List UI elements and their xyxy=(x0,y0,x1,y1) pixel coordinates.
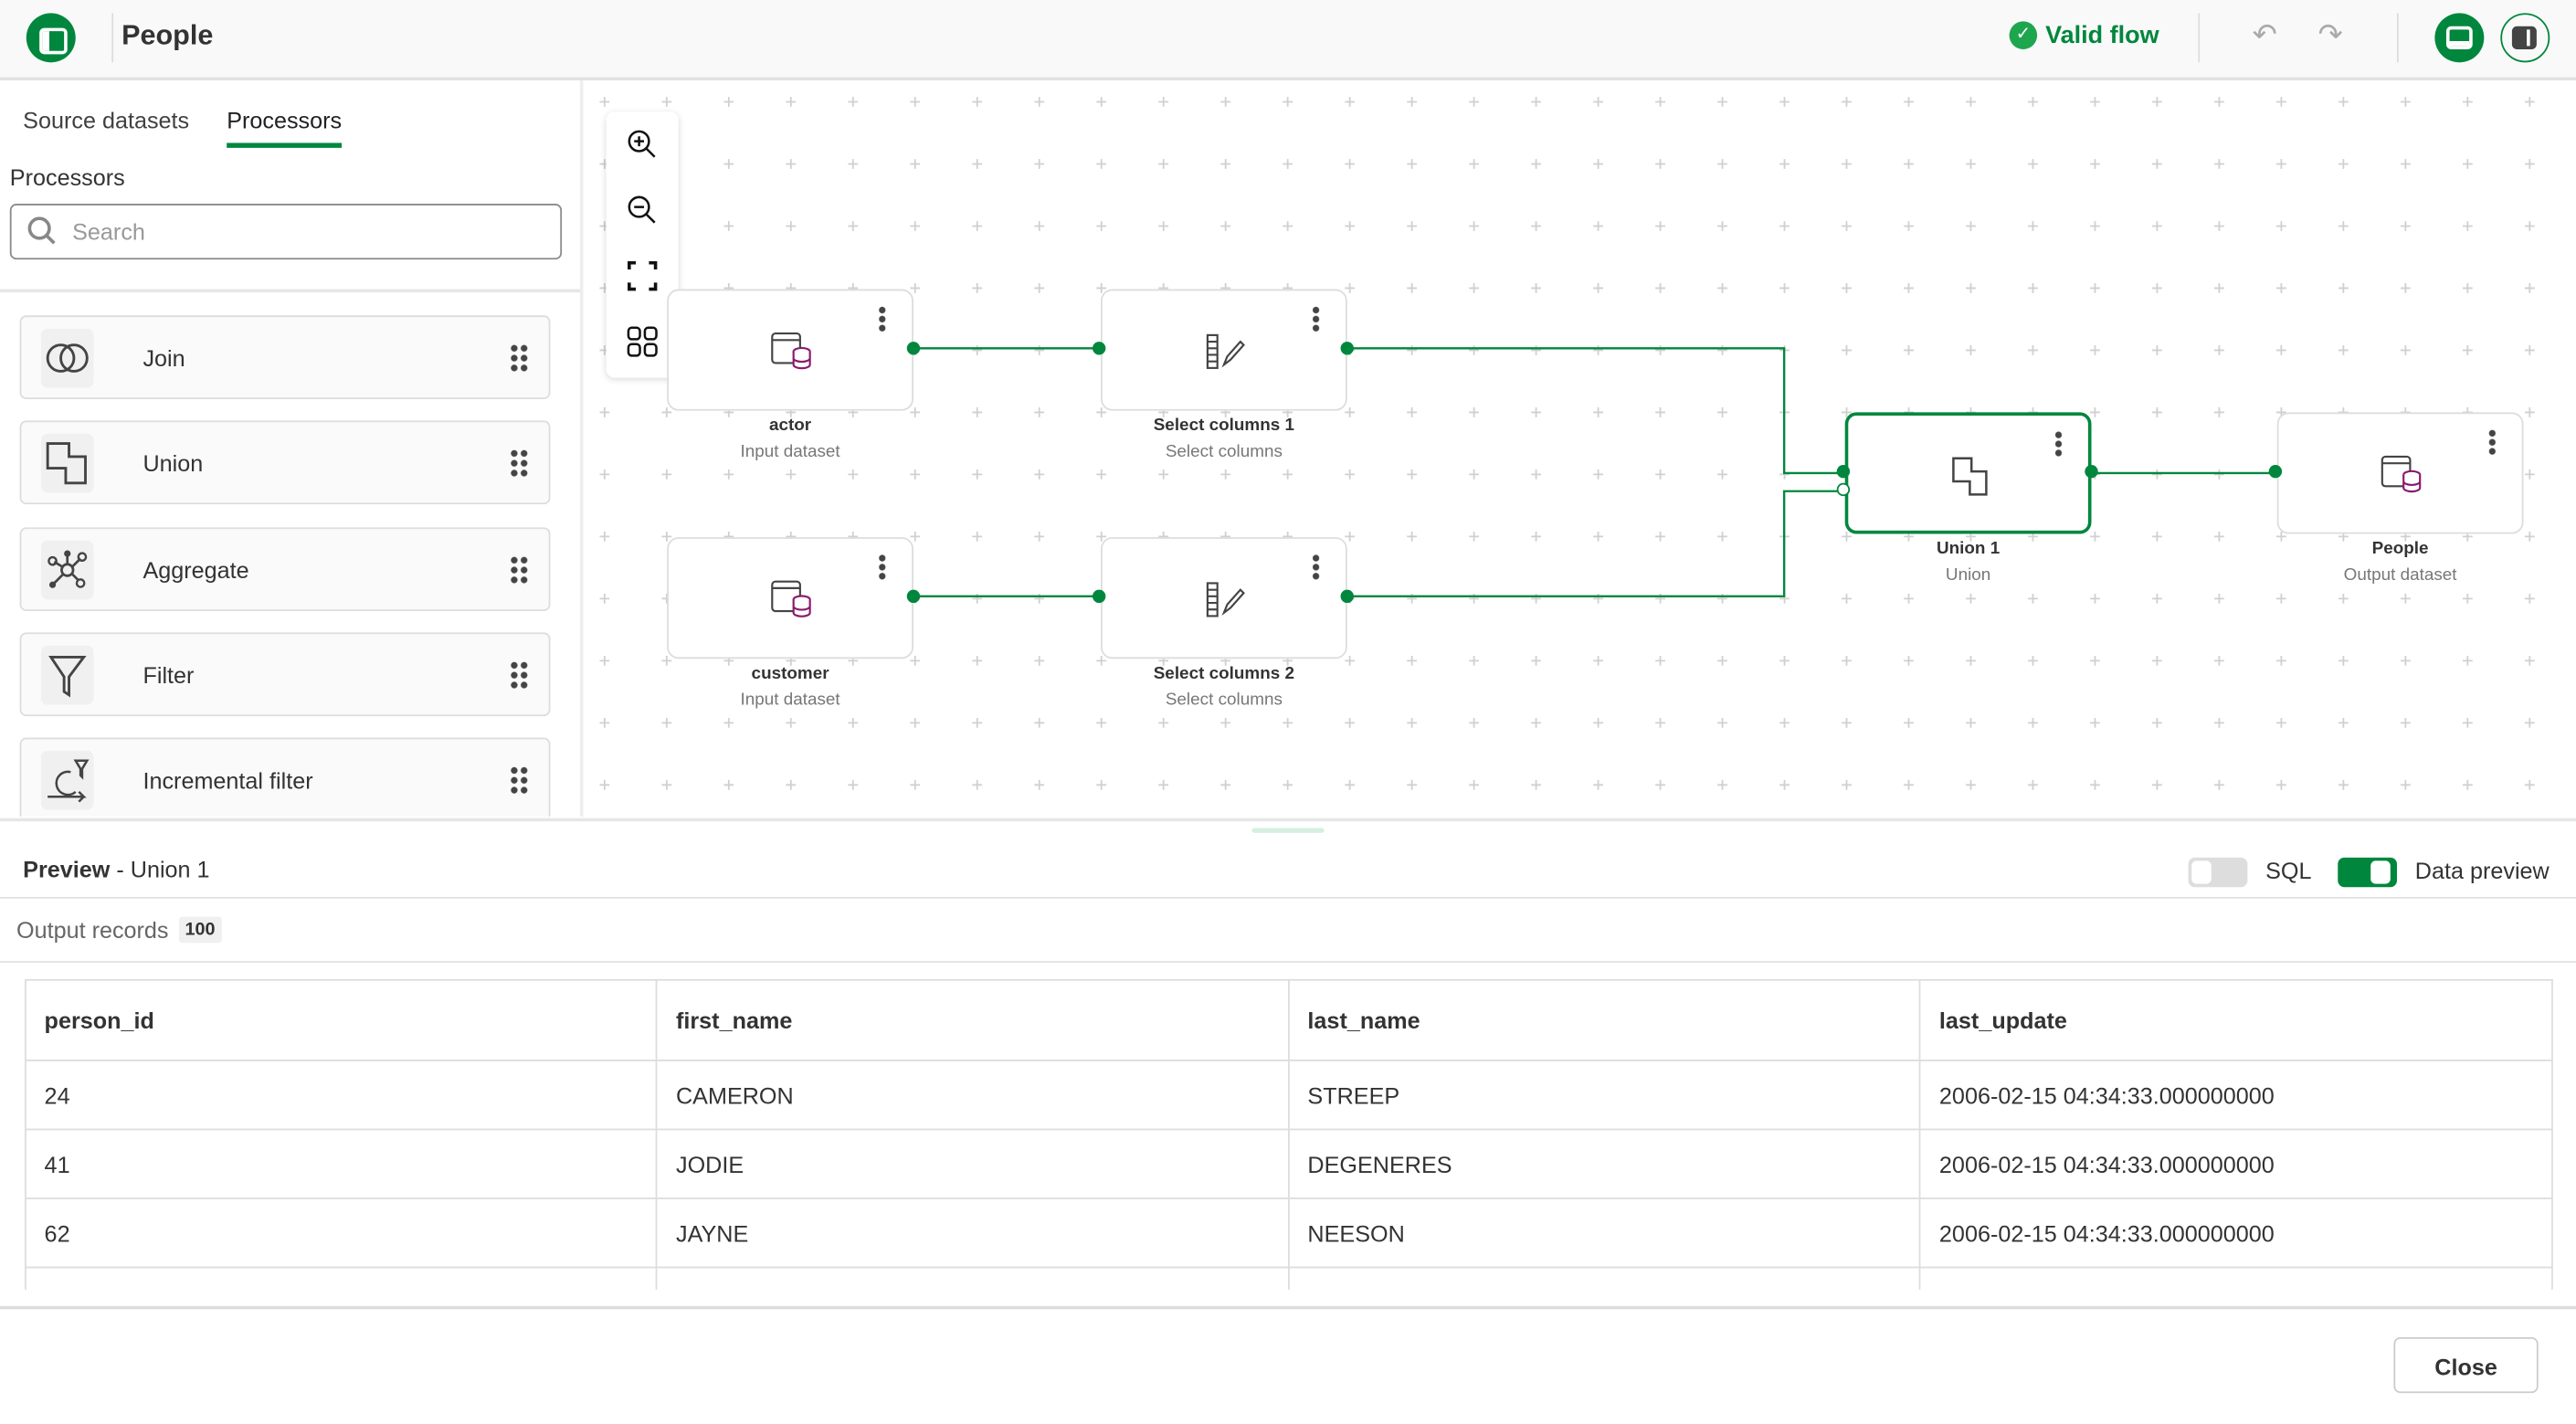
table-cell: 2006-02-15 04:34:33.000000000 xyxy=(1919,1060,2553,1131)
node-type: Input dataset xyxy=(740,441,840,462)
dataset-icon xyxy=(2381,455,2422,493)
table-cell: CAMERON xyxy=(656,1060,1290,1131)
flow-node[interactable] xyxy=(2276,412,2524,534)
table-cell: NEESON xyxy=(1287,1197,1922,1269)
output-port[interactable] xyxy=(2085,464,2098,479)
flow-node-label: Union 1 Union xyxy=(1804,539,2133,585)
table-cell xyxy=(24,1266,659,1290)
flow-node[interactable] xyxy=(1100,537,1347,659)
table-cell: DEGENERES xyxy=(1287,1128,1922,1199)
edge xyxy=(1346,347,1843,475)
node-name: Select columns 1 xyxy=(1153,416,1295,436)
column-header[interactable]: last_update xyxy=(1919,978,2553,1061)
dataset-icon xyxy=(771,580,811,617)
zoom-in-icon[interactable] xyxy=(607,111,679,177)
output-port[interactable] xyxy=(906,342,921,355)
sql-label: SQL xyxy=(2265,857,2312,884)
more-options-icon[interactable] xyxy=(1313,554,1320,580)
column-header[interactable]: last_name xyxy=(1287,978,1922,1061)
data-preview-toggle[interactable] xyxy=(2338,857,2398,888)
preview-table: person_id first_name last_name last_update … xyxy=(24,978,2553,1290)
data-preview-label: Data preview xyxy=(2414,857,2550,884)
table-cell: 62 xyxy=(24,1197,659,1269)
table-cell: 2006-02-15 04:34:33.000000000 xyxy=(1919,1197,2553,1269)
select-columns-icon xyxy=(1206,333,1245,369)
table-cell: JAYNE xyxy=(656,1197,1290,1269)
input-port[interactable] xyxy=(1836,482,1851,497)
input-port[interactable] xyxy=(1836,464,1851,479)
table-row: 24 CAMERON STREEP 2006-02-15 04:34:33.00000… xyxy=(24,1060,2553,1131)
output-records: Output records 100 xyxy=(16,916,222,944)
output-port[interactable] xyxy=(906,589,921,604)
resize-handle[interactable] xyxy=(1251,828,1325,833)
node-name: Select columns 2 xyxy=(1153,663,1295,684)
preview-table-container[interactable]: person_id first_name last_name last_update … xyxy=(24,978,2553,1290)
node-type: Select columns xyxy=(1165,441,1283,462)
more-options-icon[interactable] xyxy=(1313,305,1320,332)
table-row: 62 JAYNE NEESON 2006-02-15 04:34:33.0000000… xyxy=(24,1197,2553,1269)
table-cell xyxy=(1919,1266,2553,1290)
table-header-row: person_id first_name last_name last_update xyxy=(24,978,2553,1061)
preview-panel: Preview - Union 1 SQL Data preview Outpu… xyxy=(0,817,2576,1424)
node-name: customer xyxy=(751,663,829,684)
node-type: Input dataset xyxy=(740,690,840,710)
node-type: Output dataset xyxy=(2343,564,2457,585)
output-port[interactable] xyxy=(1340,589,1354,604)
more-options-icon[interactable] xyxy=(879,305,886,332)
output-port[interactable] xyxy=(1340,342,1354,355)
flow-node-label: Select columns 1 Select columns xyxy=(1060,416,1388,461)
edge xyxy=(1346,490,1843,598)
more-options-icon[interactable] xyxy=(2054,430,2063,457)
flow-node[interactable] xyxy=(1100,289,1347,411)
divider xyxy=(0,896,2576,899)
more-options-icon[interactable] xyxy=(2488,428,2496,456)
union-icon xyxy=(1952,457,1988,496)
table-cell xyxy=(1287,1266,1922,1290)
sql-toggle[interactable] xyxy=(2188,857,2248,888)
table-cell: 41 xyxy=(24,1128,659,1199)
footer xyxy=(0,1309,2576,1424)
zoom-out-icon[interactable] xyxy=(607,177,679,243)
table-cell: JODIE xyxy=(656,1128,1290,1199)
flow-node[interactable] xyxy=(667,537,913,659)
flow-node[interactable] xyxy=(667,289,913,411)
table-cell: 2006-02-15 04:34:33.000000000 xyxy=(1919,1128,2553,1199)
column-header[interactable]: first_name xyxy=(656,978,1290,1061)
input-port[interactable] xyxy=(1093,589,1106,604)
table-cell: STREEP xyxy=(1287,1060,1922,1131)
node-type: Select columns xyxy=(1165,690,1283,710)
node-name: Union 1 xyxy=(1936,538,2001,559)
flow-node[interactable] xyxy=(1844,412,2092,534)
node-type: Union xyxy=(1945,564,1991,585)
flow-node-label: Select columns 2 Select columns xyxy=(1060,664,1388,710)
select-columns-icon xyxy=(1206,582,1245,617)
flow-node-label: People Output dataset xyxy=(2236,539,2565,585)
table-row: 41 JODIE DEGENERES 2006-02-15 04:34:33.0000… xyxy=(24,1128,2553,1199)
divider xyxy=(0,961,2576,963)
preview-title: Preview - Union 1 xyxy=(23,856,210,882)
table-cell: 24 xyxy=(24,1060,659,1131)
input-port[interactable] xyxy=(1093,342,1106,355)
dataset-icon xyxy=(771,332,811,370)
close-button[interactable]: Close xyxy=(2393,1336,2539,1394)
input-port[interactable] xyxy=(2268,464,2283,479)
output-records-label: Output records xyxy=(16,916,169,944)
column-header[interactable]: person_id xyxy=(24,978,659,1061)
flow-node-label: customer Input dataset xyxy=(626,664,955,710)
node-name: People xyxy=(2371,538,2429,559)
node-name: actor xyxy=(768,416,812,436)
table-cell xyxy=(656,1266,1290,1290)
flow-node-label: actor Input dataset xyxy=(626,416,955,461)
more-options-icon[interactable] xyxy=(879,554,886,580)
output-records-count: 100 xyxy=(178,916,222,944)
table-row xyxy=(24,1266,2553,1290)
